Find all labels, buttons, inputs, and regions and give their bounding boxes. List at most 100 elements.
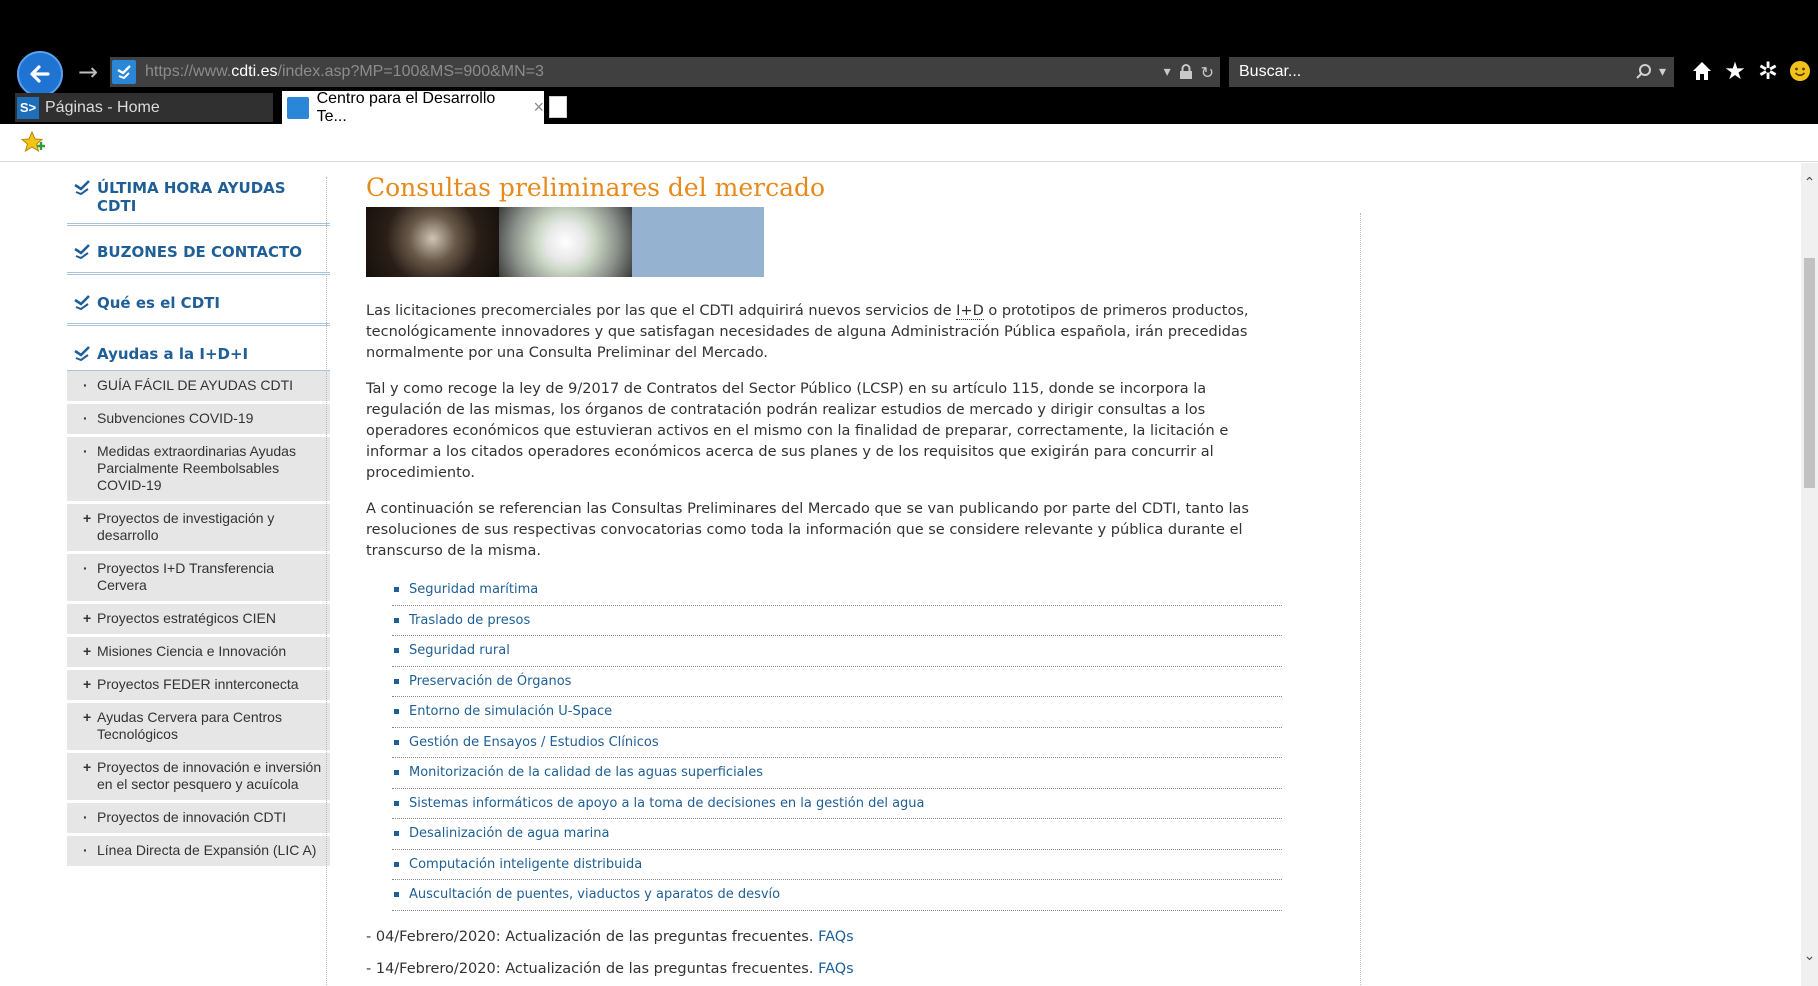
- consulta-link[interactable]: Traslado de presos: [409, 613, 530, 628]
- bullet-square-icon: [394, 587, 399, 593]
- lock-icon[interactable]: [1179, 64, 1193, 80]
- back-button[interactable]: [17, 51, 63, 97]
- banner-photo-centrifuge: [499, 207, 632, 277]
- cdti-arrow-icon: [74, 244, 90, 260]
- browser-chrome: → https://www.cdti.es/index.asp?MP=100&M…: [0, 0, 1818, 125]
- nav-item-label: Qué es el CDTI: [97, 294, 220, 312]
- list-item: Auscultación de puentes, viaductos y apa…: [392, 880, 1282, 911]
- tab-paginas-home[interactable]: S> Páginas - Home: [15, 93, 273, 122]
- lcsp-paragraph: Tal y como recoge la ley de 9/2017 de Co…: [366, 381, 1229, 481]
- search-box[interactable]: ▾: [1229, 57, 1674, 87]
- nav-sub-item[interactable]: · Línea Directa de Expansión (LIC A): [67, 836, 330, 869]
- nav-sub-item[interactable]: + Ayudas Cervera para Centros Tecnológico…: [67, 703, 330, 753]
- home-icon[interactable]: [1688, 56, 1716, 86]
- favorites-add-icon[interactable]: [20, 130, 46, 156]
- banner-color-block: [632, 207, 764, 277]
- consulta-link[interactable]: Monitorización de la calidad de las agua…: [409, 765, 763, 780]
- search-dropdown-icon: ▾: [1658, 64, 1666, 80]
- nav-item-que-es[interactable]: Qué es el CDTI: [67, 290, 330, 326]
- site-favicon-icon: [287, 96, 309, 119]
- news-item: - 04/Febrero/2020: Actualización de las …: [366, 928, 854, 945]
- list-item: Computación inteligente distribuida: [392, 850, 1282, 880]
- url-prefix: https://www.: [145, 63, 232, 80]
- nav-sub-item[interactable]: · Proyectos de innovación CDTI: [67, 803, 330, 836]
- list-item: Gestión de Ensayos / Estudios Clínicos: [392, 728, 1282, 758]
- content-divider: [1360, 213, 1361, 986]
- smiley-icon[interactable]: [1786, 56, 1814, 86]
- favorites-bar: [0, 124, 1818, 162]
- dropdown-icon[interactable]: ▾: [1164, 64, 1171, 80]
- consulta-link[interactable]: Auscultación de puentes, viaductos y apa…: [409, 887, 780, 902]
- faqs-link[interactable]: FAQs: [818, 929, 854, 945]
- favorites-icon[interactable]: ★: [1721, 56, 1749, 86]
- list-item: Preservación de Órganos: [392, 667, 1282, 697]
- list-item: Seguridad rural: [392, 636, 1282, 667]
- abbr-id: I+D: [956, 303, 984, 320]
- consulta-link[interactable]: Entorno de simulación U-Space: [409, 704, 612, 719]
- list-intro-paragraph: A continuación se referencian las Consul…: [366, 501, 1249, 559]
- consulta-link[interactable]: Seguridad marítima: [409, 582, 538, 597]
- nav-sub-item[interactable]: + Misiones Ciencia e Innovación: [67, 637, 330, 670]
- consulta-link[interactable]: Desalinización de agua marina: [409, 826, 609, 841]
- nav-divider: [326, 177, 327, 986]
- nav-sub-item[interactable]: · Subvenciones COVID-19: [67, 404, 330, 437]
- list-item: Entorno de simulación U-Space: [392, 697, 1282, 728]
- consulta-link[interactable]: Preservación de Órganos: [409, 674, 571, 689]
- page-title: Consultas preliminares del mercado: [366, 173, 826, 202]
- close-icon[interactable]: ×: [533, 97, 544, 118]
- gear-icon[interactable]: ✲: [1754, 56, 1782, 86]
- scroll-thumb[interactable]: [1804, 258, 1815, 488]
- address-bar[interactable]: https://www.cdti.es/index.asp?MP=100&MS=…: [110, 57, 1220, 87]
- cdti-arrow-icon: [74, 180, 90, 196]
- consulta-link[interactable]: Seguridad rural: [409, 643, 510, 658]
- site-favicon-icon: [112, 60, 136, 84]
- nav-sub-item[interactable]: + Proyectos estratégicos CIEN: [67, 604, 330, 637]
- nav-sub-item[interactable]: · GUÍA FÁCIL DE AYUDAS CDTI: [67, 371, 330, 404]
- bullet-square-icon: [394, 892, 399, 898]
- nav-item-buzones[interactable]: BUZONES DE CONTACTO: [67, 239, 330, 275]
- nav-item-label: ÚLTIMA HORA AYUDAS CDTI: [97, 179, 286, 215]
- left-navigation: ÚLTIMA HORA AYUDAS CDTI BUZONES DE CONTA…: [67, 177, 330, 869]
- consulta-link[interactable]: Computación inteligente distribuida: [409, 857, 642, 872]
- faqs-link[interactable]: FAQs: [818, 961, 854, 977]
- bullet-square-icon: [394, 861, 399, 867]
- vertical-scrollbar[interactable]: ⌃ ⌄: [1801, 163, 1818, 986]
- search-input[interactable]: [1239, 61, 1579, 83]
- nav-sub-item[interactable]: + Proyectos de innovación e inversión en …: [67, 753, 330, 803]
- address-url[interactable]: https://www.cdti.es/index.asp?MP=100&MS=…: [145, 63, 544, 81]
- nav-sub-item[interactable]: · Proyectos I+D Transferencia Cervera: [67, 554, 330, 604]
- nav-sub-item[interactable]: + Proyectos FEDER innterconecta: [67, 670, 330, 703]
- tab-label: Páginas - Home: [45, 98, 160, 116]
- consulta-link[interactable]: Sistemas informáticos de apoyo a la toma…: [409, 796, 925, 811]
- bullet-square-icon: [394, 709, 399, 715]
- address-controls: ▾ ↻: [1164, 57, 1214, 87]
- bullet-square-icon: [394, 617, 399, 623]
- nav-sub-list: · GUÍA FÁCIL DE AYUDAS CDTI · Subvenciones…: [67, 371, 330, 869]
- list-item: Monitorización de la calidad de las agua…: [392, 758, 1282, 789]
- chevron-up-icon[interactable]: ⌃: [1801, 175, 1818, 191]
- bullet-square-icon: [394, 800, 399, 806]
- list-item: Sistemas informáticos de apoyo a la toma…: [392, 789, 1282, 819]
- banner-image: [366, 207, 764, 277]
- search-go[interactable]: ▾: [1635, 60, 1666, 84]
- news-item: - 14/Febrero/2020: Actualización de las …: [366, 960, 854, 977]
- nav-item-label: BUZONES DE CONTACTO: [97, 243, 302, 261]
- nav-sub-item[interactable]: · Medidas extraordinarias Ayudas Parcialm…: [67, 437, 330, 504]
- list-item: Desalinización de agua marina: [392, 819, 1282, 850]
- refresh-icon[interactable]: ↻: [1201, 63, 1214, 82]
- nav-item-ayudas[interactable]: Ayudas a la I+D+I: [67, 341, 330, 371]
- tab-cdti[interactable]: Centro para el Desarrollo Te... ×: [282, 90, 544, 125]
- main-content: Consultas preliminares del mercado Las l…: [366, 173, 1336, 977]
- new-tab-button[interactable]: [549, 96, 567, 118]
- list-item: Traslado de presos: [392, 606, 1282, 636]
- forward-button[interactable]: →: [74, 58, 102, 86]
- sharepoint-icon: S>: [17, 96, 39, 119]
- nav-sub-item[interactable]: + Proyectos de investigación y desarrollo: [67, 504, 330, 554]
- nav-item-ultima-hora[interactable]: ÚLTIMA HORA AYUDAS CDTI: [67, 177, 330, 226]
- chevron-down-icon[interactable]: ⌄: [1801, 948, 1818, 964]
- forward-icon: →: [77, 58, 99, 86]
- consulta-link[interactable]: Gestión de Ensayos / Estudios Clínicos: [409, 735, 659, 750]
- nav-item-label: Ayudas a la I+D+I: [97, 345, 249, 363]
- bullet-square-icon: [394, 770, 399, 776]
- url-path: /index.asp?MP=100&MS=900&MN=3: [277, 63, 544, 80]
